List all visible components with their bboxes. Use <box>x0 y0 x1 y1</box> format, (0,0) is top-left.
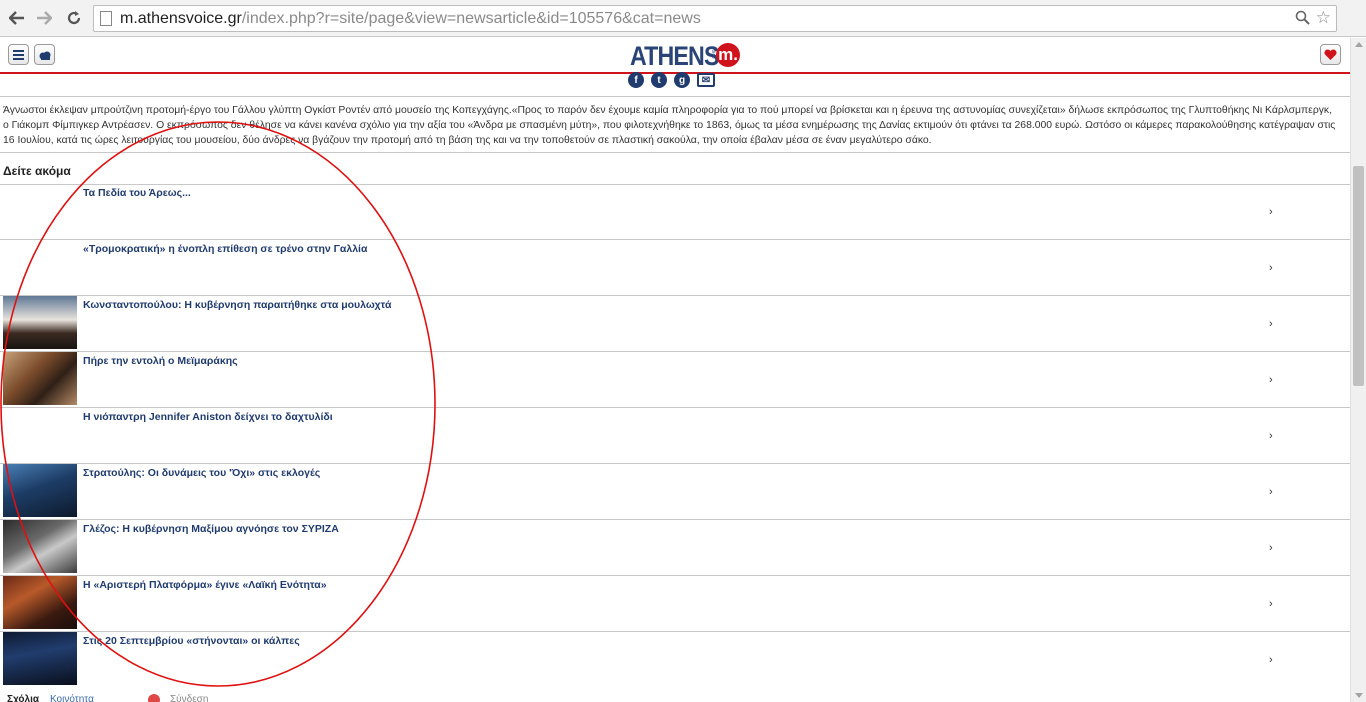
item-thumbnail[interactable] <box>3 296 77 349</box>
tab-comments[interactable]: Σχόλια <box>7 694 39 702</box>
back-button[interactable] <box>6 7 28 29</box>
chevron-right-icon[interactable]: › <box>1269 374 1273 386</box>
url-text[interactable]: m.athensvoice.gr/index.php?r=site/page&v… <box>120 10 701 28</box>
chevron-right-icon[interactable]: › <box>1269 486 1273 498</box>
item-thumbnail[interactable] <box>3 632 77 685</box>
item-title[interactable]: Γλέζος: Η κυβέρνηση Μαξίμου αγνόησε τον … <box>83 523 339 535</box>
forward-button[interactable] <box>33 7 55 29</box>
site-header: ATHENS voice m. <box>0 38 1350 74</box>
item-title[interactable]: Στις 20 Σεπτεμβρίου «στήνονται» οι κάλπε… <box>83 635 300 647</box>
list-item[interactable]: Πήρε την εντολή ο Μεϊμαράκης › <box>0 352 1350 408</box>
scroll-down-icon[interactable] <box>1355 693 1363 698</box>
list-item[interactable]: Στις 20 Σεπτεμβρίου «στήνονται» οι κάλπε… <box>0 632 1350 688</box>
bottom-tab-bar: Σχόλια Κοινότητα Σύνδεση <box>0 690 1350 702</box>
chevron-right-icon[interactable]: › <box>1269 206 1273 218</box>
search-icon[interactable] <box>1295 10 1310 29</box>
facebook-icon[interactable]: f <box>628 72 644 88</box>
list-item[interactable]: Κωνσταντοπούλου: Η κυβέρνηση παραιτήθηκε… <box>0 296 1350 352</box>
list-item[interactable]: Η «Αριστερή Πλατφόρμα» έγινε «Λαϊκή Ενότ… <box>0 576 1350 632</box>
mail-icon[interactable]: ✉ <box>697 73 715 87</box>
url-path: /index.php?r=site/page&view=newsarticle&… <box>241 10 701 27</box>
tab-login[interactable]: Σύνδεση <box>170 694 208 702</box>
logo-badge: m. <box>716 43 740 67</box>
list-item[interactable]: «Τρομοκρατική» η ένοπλη επίθεση σε τρένο… <box>0 240 1350 296</box>
item-thumbnail[interactable] <box>3 352 77 405</box>
item-thumbnail[interactable] <box>3 464 77 517</box>
list-item[interactable]: Η νιόπαντρη Jennifer Aniston δείχνει το … <box>0 408 1350 464</box>
chevron-right-icon[interactable]: › <box>1269 542 1273 554</box>
favorites-button[interactable] <box>1320 44 1341 65</box>
reload-button[interactable] <box>63 7 85 29</box>
url-host: m.athensvoice.gr <box>120 10 242 27</box>
google-plus-icon[interactable]: g <box>674 72 690 88</box>
menu-button[interactable] <box>8 44 29 65</box>
item-title[interactable]: Η νιόπαντρη Jennifer Aniston δείχνει το … <box>83 411 333 423</box>
scrollbar-thumb[interactable] <box>1353 166 1364 386</box>
chevron-right-icon[interactable]: › <box>1269 262 1273 274</box>
site-logo[interactable]: ATHENS voice m. <box>630 40 740 71</box>
related-heading: Δείτε ακόμα <box>3 164 71 178</box>
address-bar[interactable]: m.athensvoice.gr/index.php?r=site/page&v… <box>93 5 1337 32</box>
chevron-right-icon[interactable]: › <box>1269 598 1273 610</box>
share-bar: f t g ✉ <box>628 72 715 88</box>
arrow-left-icon <box>9 11 24 25</box>
arrow-right-icon <box>37 11 52 25</box>
weather-button[interactable] <box>34 44 55 65</box>
item-title[interactable]: Η «Αριστερή Πλατφόρμα» έγινε «Λαϊκή Ενότ… <box>83 579 327 591</box>
cloud-icon <box>39 51 50 60</box>
scrollbar[interactable] <box>1350 38 1366 702</box>
logo-text: ATHENS <box>630 40 719 71</box>
item-thumbnail[interactable] <box>3 576 77 629</box>
chevron-right-icon[interactable]: › <box>1269 654 1273 666</box>
item-title[interactable]: Στρατούλης: Οι δυνάμεις του 'Όχι» στις ε… <box>83 467 320 479</box>
login-icon[interactable] <box>148 694 160 702</box>
chevron-right-icon[interactable]: › <box>1269 430 1273 442</box>
list-item[interactable]: Γλέζος: Η κυβέρνηση Μαξίμου αγνόησε τον … <box>0 520 1350 576</box>
item-title[interactable]: Κωνσταντοπούλου: Η κυβέρνηση παραιτήθηκε… <box>83 299 391 311</box>
page-icon <box>100 11 112 26</box>
chevron-right-icon[interactable]: › <box>1269 318 1273 330</box>
item-title[interactable]: Πήρε την εντολή ο Μεϊμαράκης <box>83 355 238 367</box>
hamburger-icon <box>13 48 24 62</box>
scroll-up-icon[interactable] <box>1355 42 1363 47</box>
twitter-icon[interactable]: t <box>651 72 667 88</box>
tab-community[interactable]: Κοινότητα <box>50 694 94 702</box>
item-title[interactable]: Τα Πεδία του Άρεως... <box>83 187 191 199</box>
related-list: Τα Πεδία του Άρεως... › «Τρομοκρατική» η… <box>0 184 1350 688</box>
bookmark-star-icon[interactable]: ☆ <box>1316 8 1331 28</box>
list-item[interactable]: Τα Πεδία του Άρεως... › <box>0 184 1350 240</box>
divider <box>0 96 1350 97</box>
browser-toolbar: m.athensvoice.gr/index.php?r=site/page&v… <box>0 0 1366 37</box>
item-title[interactable]: «Τρομοκρατική» η ένοπλη επίθεση σε τρένο… <box>83 243 367 255</box>
heart-icon <box>1324 48 1337 60</box>
item-thumbnail[interactable] <box>3 520 77 573</box>
list-item[interactable]: Στρατούλης: Οι δυνάμεις του 'Όχι» στις ε… <box>0 464 1350 520</box>
reload-icon <box>67 11 81 25</box>
divider <box>0 152 1350 153</box>
article-body: Άγνωστοι έκλεψαν μπρούτζινη προτομή-έργο… <box>3 105 1336 146</box>
